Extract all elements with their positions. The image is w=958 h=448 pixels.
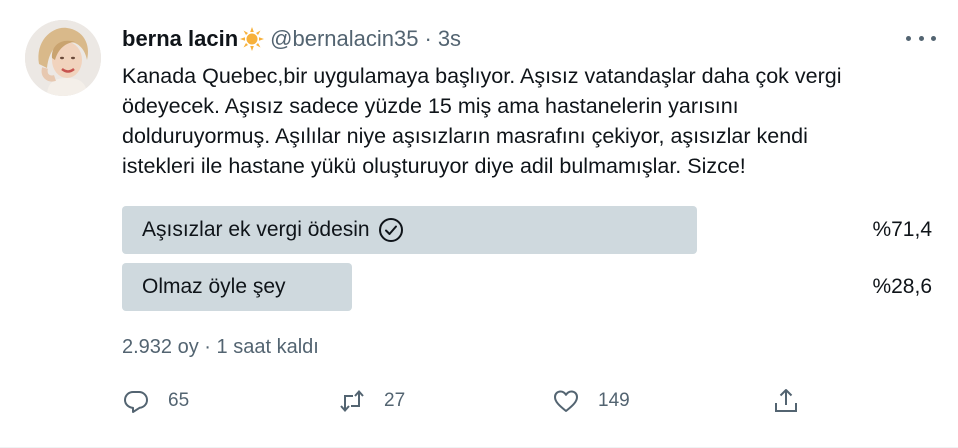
tweet-timestamp[interactable]: 3s (438, 26, 461, 52)
like-button[interactable]: 149 (552, 386, 630, 416)
avatar[interactable] (25, 20, 101, 96)
sun-emoji-icon (240, 27, 265, 51)
poll-meta-separator: · (204, 336, 211, 358)
retweet-count: 27 (384, 390, 406, 411)
author-handle[interactable]: @bernalacin35 (270, 26, 418, 52)
header-separator: · (424, 26, 432, 51)
poll-option-percent: %71,4 (872, 218, 932, 241)
poll-option-text: Aşısızlar ek vergi ödesin (142, 218, 370, 241)
poll-option-label: Aşısızlar ek vergi ödesin (142, 206, 404, 254)
retweet-button[interactable]: 27 (338, 386, 405, 416)
poll-remaining-time: 1 saat kaldı (216, 336, 319, 358)
tweet[interactable]: berna lacin @bernalacin35 · 3s Kanada Qu… (0, 0, 958, 448)
action-bar: 65 27 149 (122, 386, 812, 416)
share-icon (772, 387, 800, 415)
reply-icon (122, 387, 150, 415)
poll-option-percent: %28,6 (872, 275, 932, 298)
reply-count: 65 (168, 390, 190, 411)
author-name[interactable]: berna lacin (122, 26, 238, 52)
more-dots-icon[interactable] (906, 28, 936, 48)
more-dot (918, 35, 924, 41)
poll-votes: 2.932 oy (122, 336, 199, 358)
reply-button[interactable]: 65 (122, 386, 189, 416)
retweet-icon (338, 387, 366, 415)
poll-meta: 2.932 oy · 1 saat kaldı (122, 336, 319, 359)
poll-option-text: Olmaz öyle şey (142, 275, 286, 298)
more-dot (931, 35, 936, 41)
tweet-text: Kanada Quebec,bir uygulamaya başlıyor. A… (122, 64, 842, 178)
tweet-header: berna lacin @bernalacin35 · 3s (122, 24, 461, 54)
poll-option-label: Olmaz öyle şey (142, 263, 286, 311)
heart-icon (552, 387, 580, 415)
share-button[interactable] (772, 386, 800, 416)
more-dot (906, 35, 911, 41)
check-circle-icon (378, 217, 404, 243)
poll-option-2: Olmaz öyle şey %28,6 (122, 263, 932, 311)
like-count: 149 (598, 390, 630, 411)
poll-option-1: Aşısızlar ek vergi ödesin %71,4 (122, 206, 932, 254)
